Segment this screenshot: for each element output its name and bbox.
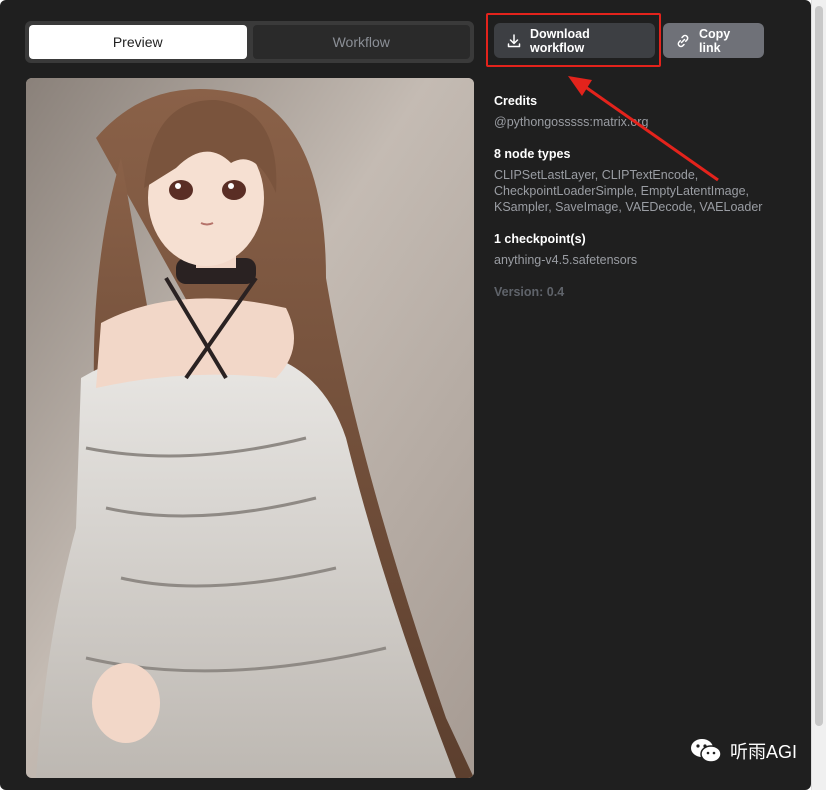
annotation-arrow — [568, 76, 719, 182]
vertical-scrollbar[interactable] — [811, 0, 826, 790]
scrollbar-thumb[interactable] — [815, 6, 823, 726]
